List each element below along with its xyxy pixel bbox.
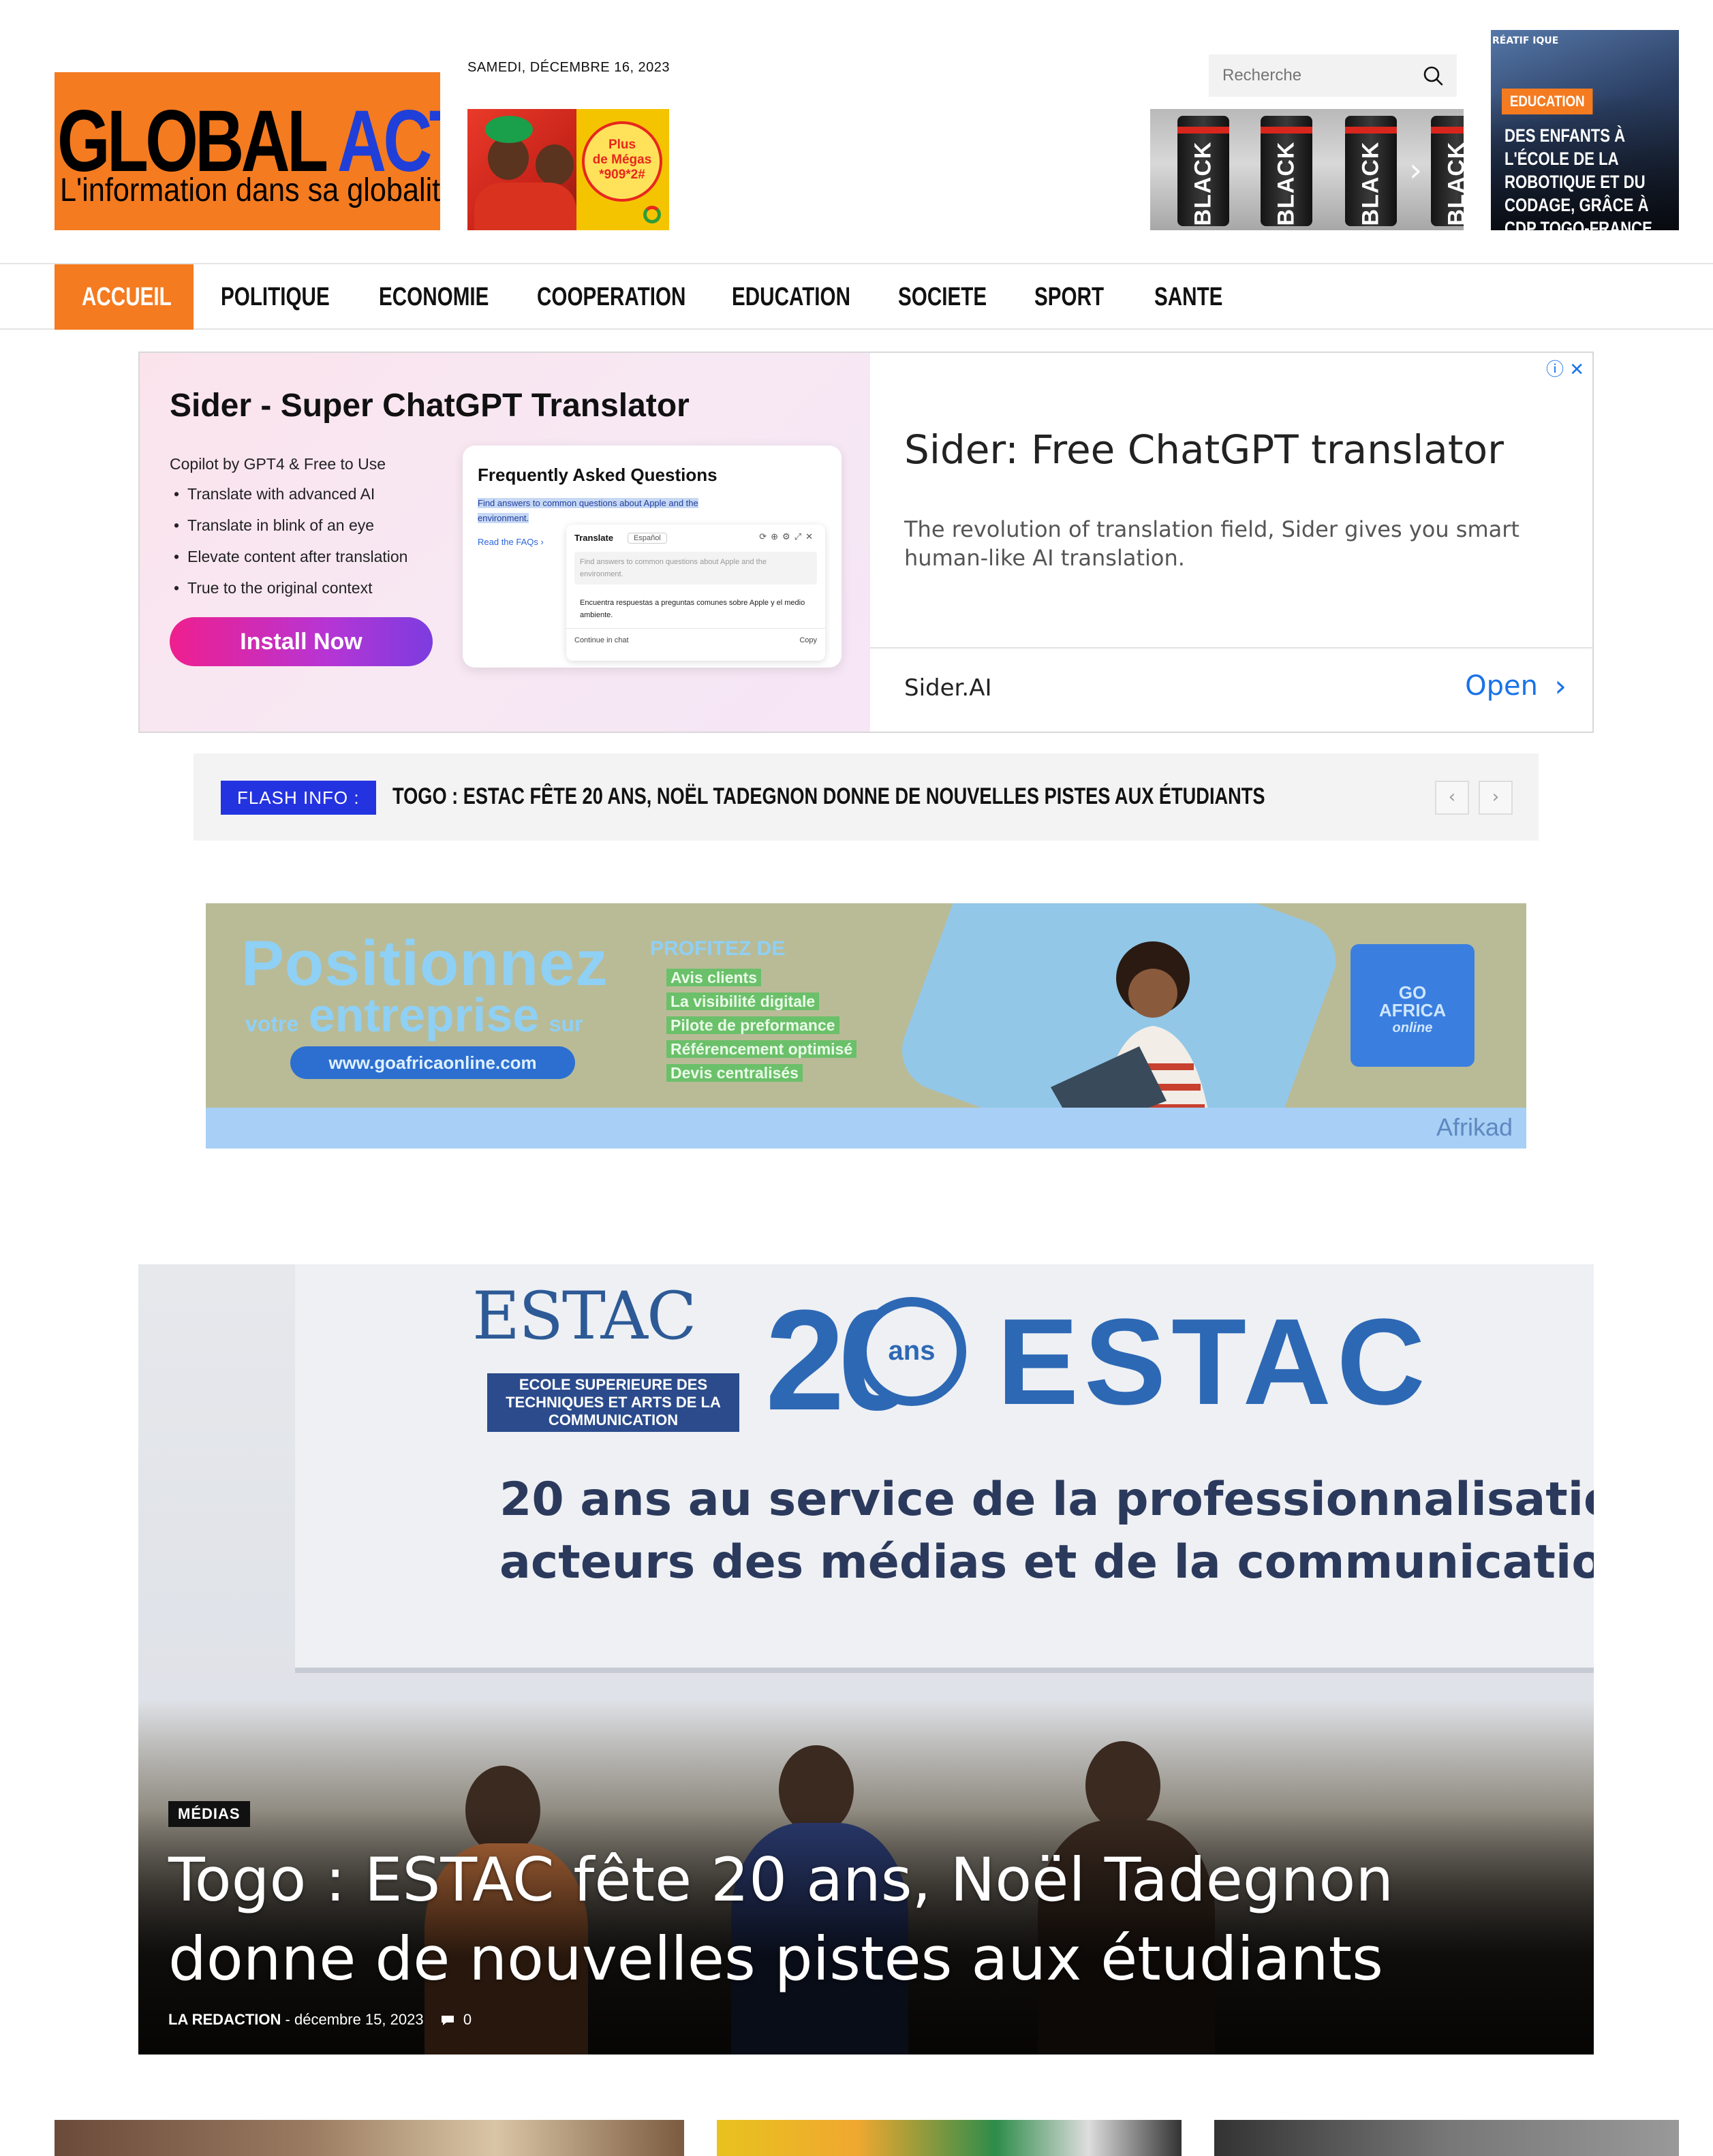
main-nav: ACCUEIL POLITIQUE ECONOMIE COOPERATION E… — [0, 263, 1713, 330]
bullet-item: Elevate content after translation — [174, 545, 407, 576]
comment-icon — [441, 2016, 454, 2026]
anniversary-ans: ans — [857, 1297, 966, 1406]
feature-item: Avis clients — [666, 969, 856, 990]
ad-info-close-icon[interactable]: ⓘ ✕ — [1546, 356, 1584, 381]
goafrica-url-button[interactable]: www.goafricaonline.com — [290, 1046, 575, 1079]
article-thumb-2[interactable] — [717, 2120, 1182, 2156]
source-text: Find answers to common questions about A… — [574, 552, 817, 584]
sider-ad-right-title: Sider: Free ChatGPT translator — [904, 426, 1504, 473]
flash-info-headline[interactable]: TOGO : ESTAC FÊTE 20 ANS, NOËL TADEGNON … — [392, 783, 1265, 810]
copy-label: Copy — [799, 636, 817, 644]
bullet-item: Translate with advanced AI — [174, 482, 407, 514]
feature-item: La visibilité digitale — [666, 993, 856, 1014]
read-faqs-link: Read the FAQs › — [478, 537, 544, 547]
translated-text: Encuentra respuestas a preguntas comunes… — [580, 599, 805, 619]
feature-item: Pilote de preformance — [666, 1016, 856, 1037]
energy-drink-banner[interactable]: BLACK BLACK BLACK BLACK › — [1150, 109, 1464, 230]
search-box — [1209, 54, 1457, 97]
promo-badge: Plus de Mégas *909*2# — [582, 121, 662, 202]
faq-card: Frequently Asked Questions Find answers … — [463, 446, 842, 668]
hero-comment-count[interactable]: 0 — [463, 2011, 472, 2028]
current-date: SAMEDI, DÉCEMBRE 16, 2023 — [467, 60, 670, 75]
sider-ad-headline: Sider - Super ChatGPT Translator — [170, 388, 690, 424]
search-input[interactable] — [1209, 54, 1413, 97]
goafrica-subheadline: votre entreprise sur — [245, 988, 583, 1042]
featured-article-card[interactable]: RÉATIF IQUE EDUCATION DES ENFANTS À L'ÉC… — [1491, 30, 1679, 230]
bullet-item: True to the original context — [174, 576, 407, 608]
feature-item: Référencement optimisé — [666, 1040, 857, 1061]
hero-category-tag[interactable]: MÉDIAS — [168, 1801, 250, 1827]
open-button[interactable]: Open — [1465, 670, 1538, 702]
popup-toolbar-icons: ⟳⊕⚙⤢✕ — [759, 531, 817, 542]
faq-card-title: Frequently Asked Questions — [478, 465, 717, 485]
goafrica-logo: GO AFRICA online — [1351, 944, 1475, 1067]
flash-info-ticker: FLASH INFO : TOGO : ESTAC FÊTE 20 ANS, N… — [194, 753, 1539, 841]
nav-item-accueil[interactable]: ACCUEIL — [55, 264, 194, 330]
can-1: BLACK — [1177, 116, 1229, 226]
bullet-item: Translate in blink of an eye — [174, 514, 407, 545]
sider-ad[interactable]: Sider - Super ChatGPT Translator Copilot… — [138, 351, 1594, 733]
estac-banner: ESTAC ECOLE SUPERIEURE DES TECHNIQUES ET… — [295, 1264, 1594, 1673]
hero-article[interactable]: ESTAC ECOLE SUPERIEURE DES TECHNIQUES ET… — [138, 1264, 1594, 2055]
hero-title[interactable]: Togo : ESTAC fête 20 ans, Noël Tadegnon … — [168, 1841, 1531, 1999]
search-icon[interactable] — [1423, 65, 1443, 86]
estac-logo-subtitle: ECOLE SUPERIEURE DES TECHNIQUES ET ARTS … — [487, 1373, 739, 1432]
chevron-right-icon[interactable]: › — [1409, 151, 1434, 189]
estac-logo-text: ESTAC — [472, 1278, 696, 1354]
install-now-button[interactable]: Install Now — [170, 617, 433, 666]
hero-date: décembre 15, 2023 — [294, 2011, 424, 2028]
goafrica-features: Avis clients La visibilité digitale Pilo… — [666, 969, 857, 1088]
promo-headwrap — [485, 116, 533, 143]
can-3: BLACK — [1345, 116, 1397, 226]
chevron-right-icon[interactable]: › — [1554, 669, 1567, 704]
can-2: BLACK — [1261, 116, 1312, 226]
sider-ad-left-panel: Sider - Super ChatGPT Translator Copilot… — [140, 353, 870, 732]
goafrica-ad[interactable]: Positionnez votre entreprise sur www.goa… — [206, 903, 1526, 1149]
sider-ad-bullets: Translate with advanced AI Translate in … — [174, 482, 407, 608]
article-thumb-3[interactable] — [1214, 2120, 1679, 2156]
sider-ad-brand: Sider.AI — [904, 674, 992, 702]
language-select: Español — [628, 533, 667, 544]
faq-card-highlight: Find answers to common questions about A… — [478, 498, 698, 523]
feature-item: Devis centralisés — [666, 1064, 856, 1085]
article-thumb-1[interactable] — [55, 2120, 684, 2156]
promo-person-2 — [536, 144, 574, 185]
sider-ad-description: The revolution of translation field, Sid… — [904, 516, 1519, 571]
promo-operator-logo-icon — [643, 206, 661, 223]
ticker-prev-button[interactable]: ‹ — [1435, 781, 1469, 815]
translate-popup: Translate Español ⟳⊕⚙⤢✕ Find answers to … — [566, 525, 825, 661]
promo-clothes — [474, 183, 576, 230]
continue-in-chat: Continue in chat — [574, 636, 629, 644]
hero-author[interactable]: LA REDACTION — [168, 2011, 281, 2028]
can-4: BLACK — [1431, 116, 1464, 226]
promo-banner[interactable]: Plus de Mégas *909*2# — [467, 109, 669, 230]
sider-ad-subhead: Copilot by GPT4 & Free to Use — [170, 455, 386, 473]
goafrica-profit-title: PROFITEZ DE — [650, 937, 786, 960]
nav-item-sante[interactable]: SANTE — [1127, 264, 1269, 330]
ticker-next-button[interactable]: › — [1479, 781, 1513, 815]
estac-name: ESTAC — [997, 1294, 1431, 1431]
logo-tagline: L'information dans sa globalité ! — [60, 172, 440, 208]
site-logo[interactable]: GLOBAL ACTU L'information dans sa global… — [55, 72, 440, 230]
hero-meta: LA REDACTION - décembre 15, 2023 0 — [168, 2011, 472, 2028]
featured-banner-text: RÉATIF IQUE — [1492, 35, 1559, 46]
translate-label: Translate — [574, 533, 614, 543]
featured-category[interactable]: EDUCATION — [1502, 89, 1593, 114]
featured-title[interactable]: DES ENFANTS À L'ÉCOLE DE LA ROBOTIQUE ET… — [1504, 124, 1672, 230]
estac-slogan: 20 ans au service de la professionnalisa… — [499, 1473, 1594, 1589]
afrikad-network-label: Afrikad — [1436, 1113, 1513, 1141]
camera-icon — [1590, 1285, 1594, 1407]
flash-info-label: FLASH INFO : — [221, 781, 376, 815]
